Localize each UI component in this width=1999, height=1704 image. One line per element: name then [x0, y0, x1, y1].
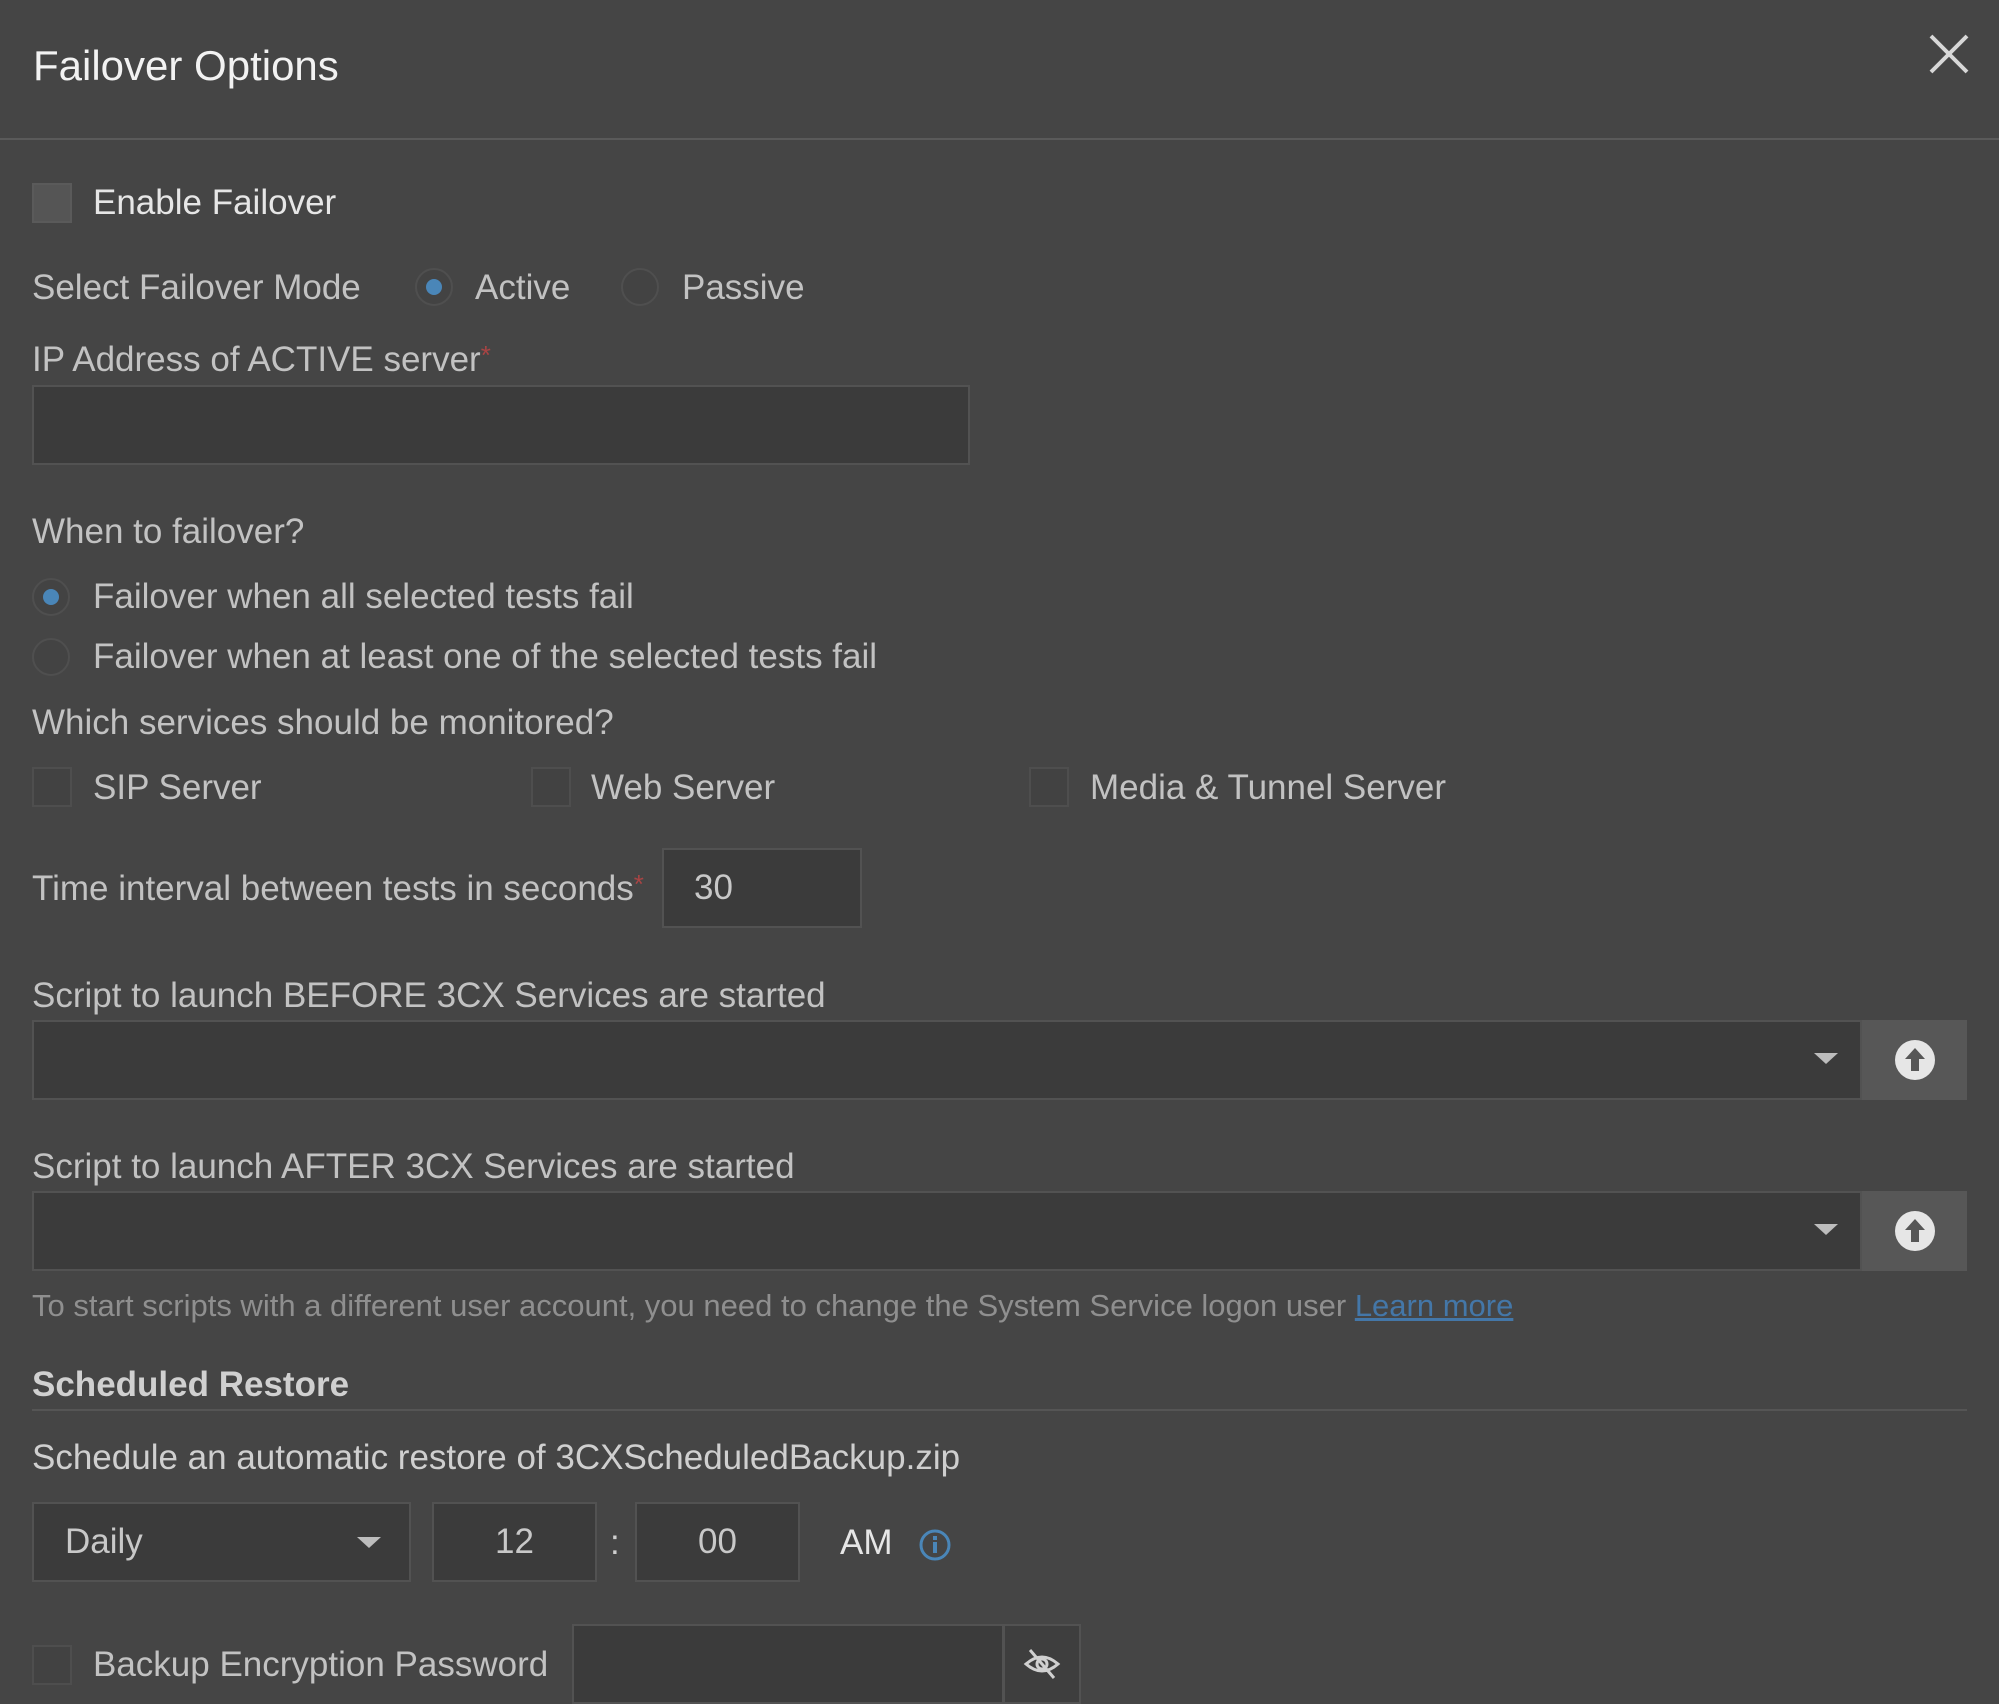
learn-more-link[interactable]: Learn more [1355, 1288, 1514, 1323]
ampm-label[interactable]: AM [840, 1523, 893, 1563]
web-server-label: Web Server [591, 768, 776, 807]
failover-any-label: Failover when at least one of the select… [93, 637, 878, 676]
mode-active-label: Active [475, 268, 571, 307]
failover-any-radio[interactable] [32, 638, 70, 676]
active-ip-label: IP Address of ACTIVE server* [32, 340, 491, 380]
interval-label: Time interval between tests in seconds* [32, 869, 644, 909]
services-label: Which services should be monitored? [32, 703, 614, 742]
failover-all-radio[interactable] [32, 578, 70, 616]
script-before-select[interactable] [32, 1020, 1862, 1100]
media-tunnel-server-label: Media & Tunnel Server [1090, 768, 1447, 807]
interval-label-text: Time interval between tests in seconds [32, 869, 634, 908]
chevron-down-icon [1814, 1224, 1838, 1235]
sip-server-checkbox[interactable] [32, 767, 72, 807]
frequency-value: Daily [65, 1522, 143, 1561]
enable-failover-checkbox[interactable] [32, 183, 72, 223]
media-tunnel-server-checkbox[interactable] [1029, 767, 1069, 807]
toggle-password-visibility-button[interactable] [1003, 1624, 1081, 1704]
backup-password-label: Backup Encryption Password [93, 1645, 549, 1684]
dialog-title: Failover Options [33, 42, 339, 89]
upload-icon [1894, 1211, 1935, 1251]
scheduled-restore-heading: Scheduled Restore [32, 1365, 350, 1404]
sip-server-label: SIP Server [93, 768, 262, 807]
active-ip-label-text: IP Address of ACTIVE server [32, 340, 481, 379]
time-separator: : [610, 1523, 620, 1562]
interval-input[interactable] [662, 848, 862, 928]
when-to-failover-label: When to failover? [32, 512, 305, 551]
mode-passive-label: Passive [682, 268, 805, 307]
active-ip-input[interactable] [32, 385, 970, 465]
upload-icon [1894, 1040, 1935, 1080]
script-before-upload-button[interactable] [1862, 1020, 1967, 1100]
close-button[interactable] [1925, 30, 1975, 80]
mode-passive-radio[interactable] [621, 268, 659, 306]
backup-password-checkbox[interactable] [32, 1645, 72, 1685]
dialog-header: Failover Options [0, 0, 1999, 140]
frequency-select[interactable]: Daily [32, 1502, 411, 1582]
scheduled-restore-description: Schedule an automatic restore of 3CXSche… [32, 1438, 961, 1477]
mode-active-radio[interactable] [415, 268, 453, 306]
required-mark: * [633, 869, 644, 899]
failover-mode-label: Select Failover Mode [32, 268, 361, 307]
script-before-label: Script to launch BEFORE 3CX Services are… [32, 976, 826, 1015]
section-divider [32, 1409, 1967, 1411]
script-after-label: Script to launch AFTER 3CX Services are … [32, 1147, 795, 1186]
script-after-upload-button[interactable] [1862, 1191, 1967, 1271]
script-note-text: To start scripts with a different user a… [32, 1288, 1347, 1323]
chevron-down-icon [1814, 1053, 1838, 1064]
required-mark: * [480, 340, 491, 370]
eye-off-icon [1023, 1649, 1061, 1679]
chevron-down-icon [357, 1537, 381, 1548]
close-icon [1929, 34, 1969, 74]
script-after-select[interactable] [32, 1191, 1862, 1271]
info-icon[interactable] [918, 1528, 952, 1562]
failover-all-label: Failover when all selected tests fail [93, 577, 634, 616]
enable-failover-label: Enable Failover [93, 183, 337, 222]
hour-input[interactable] [432, 1502, 597, 1582]
backup-password-input[interactable] [572, 1624, 1004, 1704]
script-note: To start scripts with a different user a… [32, 1288, 1513, 1324]
minute-input[interactable] [635, 1502, 800, 1582]
web-server-checkbox[interactable] [531, 767, 571, 807]
